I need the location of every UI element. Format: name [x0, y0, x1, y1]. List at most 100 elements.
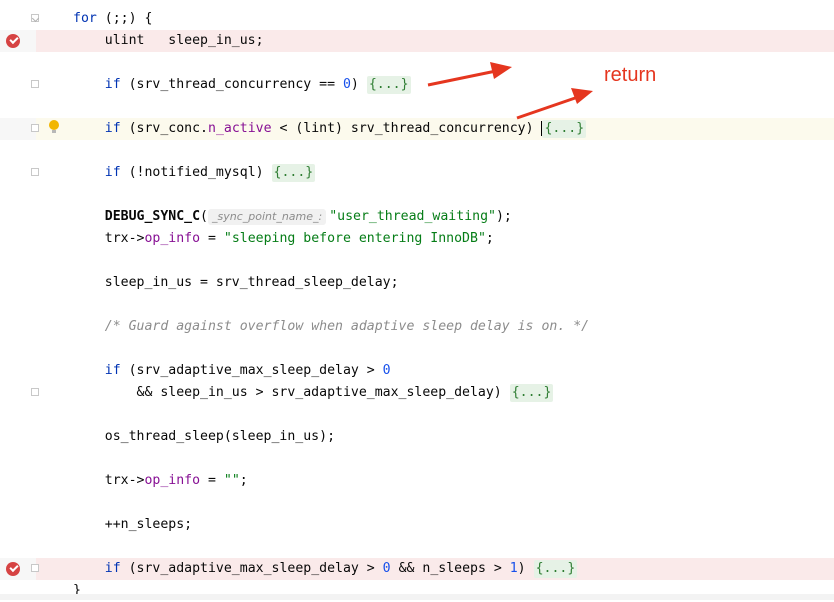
code-line[interactable]: for (;;) {	[0, 8, 834, 30]
folded-block[interactable]: {...}	[509, 384, 554, 402]
code-token: (srv_adaptive_max_sleep_delay >	[120, 561, 383, 576]
code-text[interactable]: os_thread_sleep(sleep_in_us);	[73, 426, 335, 448]
code-line[interactable]: ulint sleep_in_us;	[0, 30, 834, 52]
code-token: ""	[223, 473, 240, 488]
code-token: if	[104, 165, 121, 180]
code-line[interactable]: if (srv_conc.n_active < (lint) srv_threa…	[0, 118, 834, 140]
code-token: trx->	[73, 231, 145, 246]
fold-toggle-icon[interactable]	[31, 564, 39, 572]
code-token: DEBUG_SYNC_C	[104, 209, 201, 224]
code-line[interactable]: if (!notified_mysql) {...}	[0, 162, 834, 184]
code-token: if	[104, 363, 121, 378]
line-gutter[interactable]	[0, 470, 36, 492]
code-line[interactable]: if (srv_thread_concurrency == 0) {...}	[0, 74, 834, 96]
code-text[interactable]: if (srv_conc.n_active < (lint) srv_threa…	[73, 118, 587, 140]
folded-block[interactable]: {...}	[271, 164, 316, 182]
code-token: =	[200, 473, 224, 488]
code-token: "sleeping before entering InnoDB"	[223, 231, 486, 246]
code-token: (srv_conc.	[120, 121, 208, 136]
code-token: ulint sleep_in_us;	[73, 33, 264, 48]
code-line[interactable]: if (srv_adaptive_max_sleep_delay > 0	[0, 360, 834, 382]
code-token: op_info	[144, 231, 201, 246]
lightbulb-icon[interactable]	[49, 120, 59, 133]
code-token: ;	[239, 473, 248, 488]
fold-toggle-icon[interactable]	[31, 14, 39, 22]
code-token: 0	[382, 363, 391, 378]
code-token: && n_sleeps >	[390, 561, 510, 576]
code-token: < (lint) srv_thread_concurrency)	[271, 121, 542, 136]
code-token: for	[73, 11, 97, 26]
parameter-hint: _sync_point_name_:	[208, 209, 327, 225]
code-text[interactable]: for (;;) {	[73, 8, 152, 30]
code-token: sleep_in_us = srv_thread_sleep_delay;	[73, 275, 399, 290]
line-gutter[interactable]	[0, 228, 36, 250]
code-text[interactable]: ++n_sleeps;	[73, 514, 192, 536]
code-line[interactable]: ++n_sleeps;	[0, 514, 834, 536]
code-text[interactable]: sleep_in_us = srv_thread_sleep_delay;	[73, 272, 399, 294]
code-line[interactable]: && sleep_in_us > srv_adaptive_max_sleep_…	[0, 382, 834, 404]
line-gutter[interactable]	[0, 514, 36, 536]
code-line[interactable]: trx->op_info = "";	[0, 470, 834, 492]
code-text[interactable]: if (srv_adaptive_max_sleep_delay > 0	[73, 360, 391, 382]
fold-toggle-icon[interactable]	[31, 80, 39, 88]
code-text[interactable]: if (srv_adaptive_max_sleep_delay > 0 && …	[73, 558, 578, 580]
breakpoint-icon[interactable]	[6, 34, 20, 48]
code-text[interactable]: if (srv_thread_concurrency == 0) {...}	[73, 74, 411, 96]
code-token: )	[350, 77, 367, 92]
line-gutter[interactable]	[0, 360, 36, 382]
code-text[interactable]: if (!notified_mysql) {...}	[73, 162, 316, 184]
code-token: /* Guard against overflow when adaptive …	[104, 319, 590, 334]
code-token: ++n_sleeps;	[73, 517, 193, 532]
code-line[interactable]: os_thread_sleep(sleep_in_us);	[0, 426, 834, 448]
folded-block[interactable]: {...}	[366, 76, 411, 94]
code-token: (srv_thread_concurrency ==	[120, 77, 343, 92]
code-line[interactable]: sleep_in_us = srv_thread_sleep_delay;	[0, 272, 834, 294]
code-token: (;;) {	[96, 11, 153, 26]
code-token: op_info	[144, 473, 201, 488]
code-token: "user_thread_waiting"	[329, 209, 496, 224]
code-text[interactable]: /* Guard against overflow when adaptive …	[73, 316, 589, 338]
fold-toggle-icon[interactable]	[31, 124, 39, 132]
fold-toggle-icon[interactable]	[31, 168, 39, 176]
code-line[interactable]: DEBUG_SYNC_C(_sync_point_name_: "user_thr…	[0, 206, 834, 228]
code-token: if	[104, 77, 121, 92]
code-token: n_active	[208, 121, 272, 136]
code-token: =	[200, 231, 224, 246]
code-token: os_thread_sleep(sleep_in_us);	[73, 429, 336, 444]
code-token: 0	[382, 561, 391, 576]
code-token: trx->	[73, 473, 145, 488]
folded-block[interactable]: {...}	[533, 560, 578, 578]
breakpoint-icon[interactable]	[6, 562, 20, 576]
code-text[interactable]: DEBUG_SYNC_C(_sync_point_name_: "user_thr…	[73, 206, 512, 228]
code-line[interactable]: trx->op_info = "sleeping before entering…	[0, 228, 834, 250]
fold-toggle-icon[interactable]	[31, 388, 39, 396]
bottom-scroll-area	[0, 594, 834, 600]
code-text[interactable]: trx->op_info = "";	[73, 470, 248, 492]
annotation-label: return	[604, 64, 657, 86]
code-text[interactable]: ulint sleep_in_us;	[73, 30, 264, 52]
code-text[interactable]: trx->op_info = "sleeping before entering…	[73, 228, 494, 250]
folded-block[interactable]: {...}	[542, 120, 587, 138]
code-token: 1	[509, 561, 518, 576]
line-gutter[interactable]	[0, 316, 36, 338]
line-gutter[interactable]	[0, 426, 36, 448]
line-gutter[interactable]	[0, 206, 36, 228]
code-token: 0	[342, 77, 351, 92]
code-line[interactable]: /* Guard against overflow when adaptive …	[0, 316, 834, 338]
code-token: (	[200, 209, 208, 224]
code-text[interactable]: && sleep_in_us > srv_adaptive_max_sleep_…	[73, 382, 554, 404]
code-line[interactable]: if (srv_adaptive_max_sleep_delay > 0 && …	[0, 558, 834, 580]
line-gutter[interactable]	[0, 272, 36, 294]
code-token: )	[517, 561, 534, 576]
code-token: && sleep_in_us > srv_adaptive_max_sleep_…	[73, 385, 510, 400]
code-token: ;	[485, 231, 494, 246]
code-token: (srv_adaptive_max_sleep_delay >	[120, 363, 383, 378]
code-token: if	[104, 121, 121, 136]
code-token: (!notified_mysql)	[120, 165, 272, 180]
